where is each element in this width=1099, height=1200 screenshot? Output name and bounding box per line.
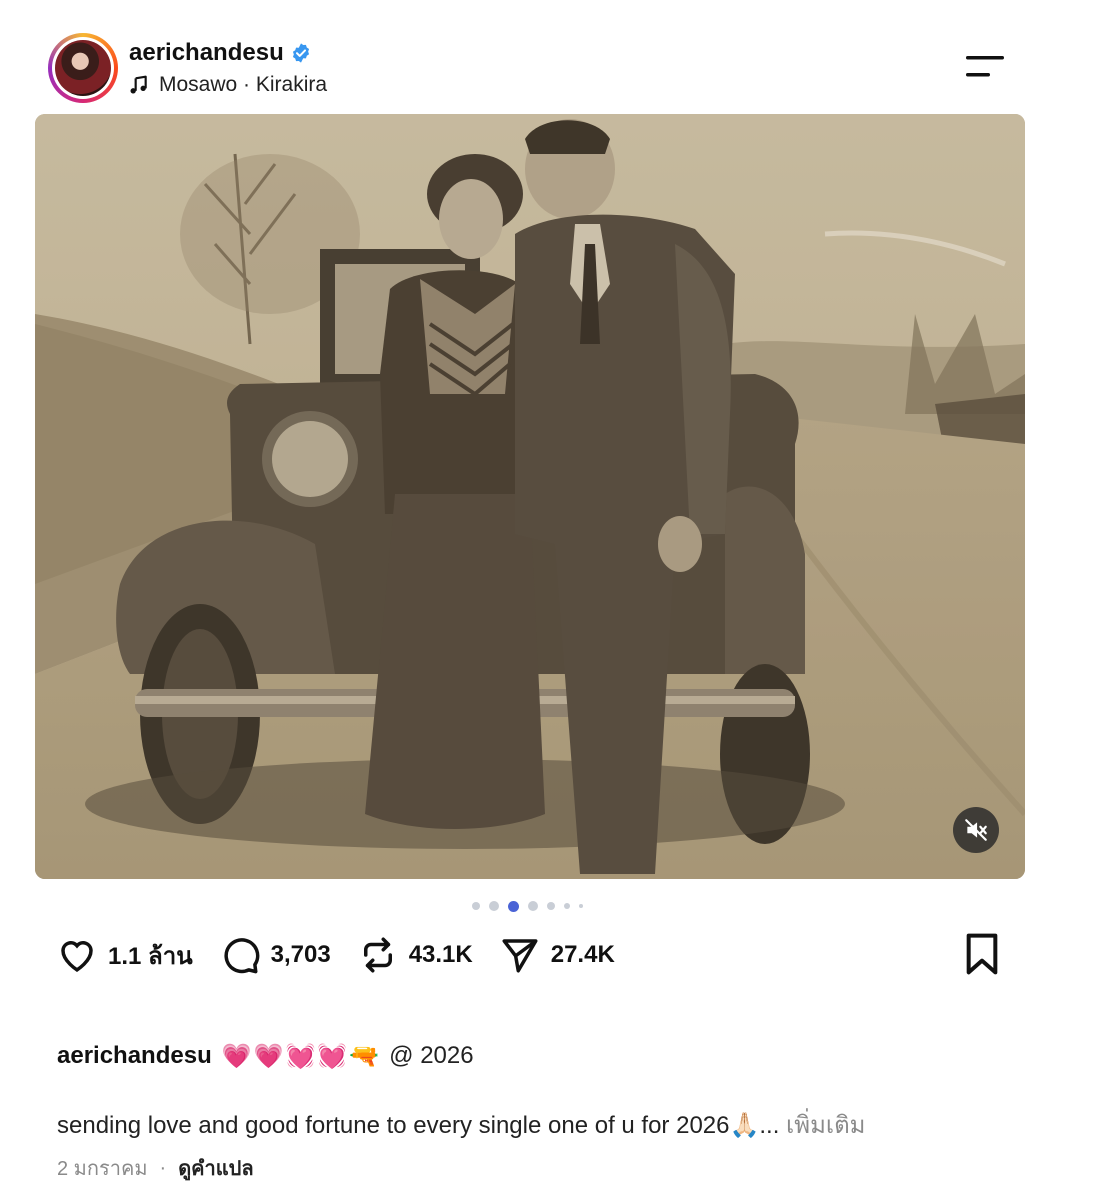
- caption-mention: @ 2026: [389, 1042, 474, 1069]
- see-more-link[interactable]: เพิ่มเติม: [786, 1112, 865, 1139]
- repost-button[interactable]: 43.1K: [357, 934, 473, 976]
- meta-separator: ·: [159, 1156, 167, 1179]
- carousel-dot: [528, 901, 538, 911]
- post-meta: 2 มกราคม · ดูคำแปล: [57, 1152, 254, 1184]
- header-text: aerichandesu Mosawo · Kirakira: [129, 36, 327, 100]
- music-note-icon: [130, 75, 147, 94]
- carousel-dot: [547, 902, 555, 910]
- repost-icon: [363, 937, 392, 973]
- carousel-dot: [489, 901, 499, 911]
- comment-bubble-icon: [224, 938, 260, 974]
- username-link[interactable]: aerichandesu: [129, 39, 284, 67]
- post-date: 2 มกราคม: [57, 1158, 148, 1180]
- mute-toggle-button[interactable]: [953, 807, 999, 853]
- send-icon: [502, 939, 538, 973]
- vintage-photo-image: [35, 114, 1025, 879]
- carousel-dot: [508, 900, 519, 912]
- caption-text-row: sending love and good fortune to every s…: [57, 1105, 866, 1144]
- music-track-label: Mosawo · Kirakira: [159, 73, 328, 96]
- action-bar: 1.1 ล้าน 3,703 43.1K 27.4K: [56, 930, 641, 980]
- comment-button[interactable]: 3,703: [219, 934, 331, 976]
- bookmark-icon[interactable]: [962, 932, 1002, 976]
- repost-count: 43.1K: [408, 941, 473, 968]
- avatar-frame: [52, 37, 114, 99]
- heart-icon: [61, 941, 93, 972]
- verified-badge-icon: [292, 43, 309, 63]
- carousel-dot: [579, 904, 583, 908]
- post-media[interactable]: [35, 114, 1025, 879]
- carousel-indicator: [472, 899, 583, 913]
- music-row[interactable]: Mosawo · Kirakira: [129, 70, 327, 100]
- carousel-dot: [472, 902, 480, 910]
- translate-link[interactable]: ดูคำแปล: [178, 1152, 253, 1184]
- share-count: 27.4K: [550, 941, 615, 968]
- speaker-muted-icon: [965, 819, 987, 841]
- caption-emojis: 💗💗💓💓🔫: [221, 1042, 382, 1070]
- comment-count: 3,703: [270, 941, 331, 968]
- post-header: aerichandesu Mosawo · Kirakira: [48, 32, 327, 104]
- avatar[interactable]: [55, 40, 111, 96]
- carousel-dot: [564, 903, 570, 909]
- share-button[interactable]: 27.4K: [499, 934, 615, 976]
- post-container: aerichandesu Mosawo · Kirakira 1.1 ล้าน …: [0, 0, 1099, 1200]
- username-row: aerichandesu: [129, 36, 327, 70]
- caption-username-link[interactable]: aerichandesu: [57, 1042, 212, 1070]
- caption-header: aerichandesu 💗💗💓💓🔫 @ 2026: [57, 1036, 474, 1076]
- like-count: 1.1 ล้าน: [108, 942, 193, 970]
- like-button[interactable]: 1.1 ล้าน: [56, 934, 193, 976]
- menu-icon[interactable]: [966, 54, 1004, 78]
- caption-text: sending love and good fortune to every s…: [57, 1112, 780, 1139]
- avatar-story-ring[interactable]: [48, 33, 118, 103]
